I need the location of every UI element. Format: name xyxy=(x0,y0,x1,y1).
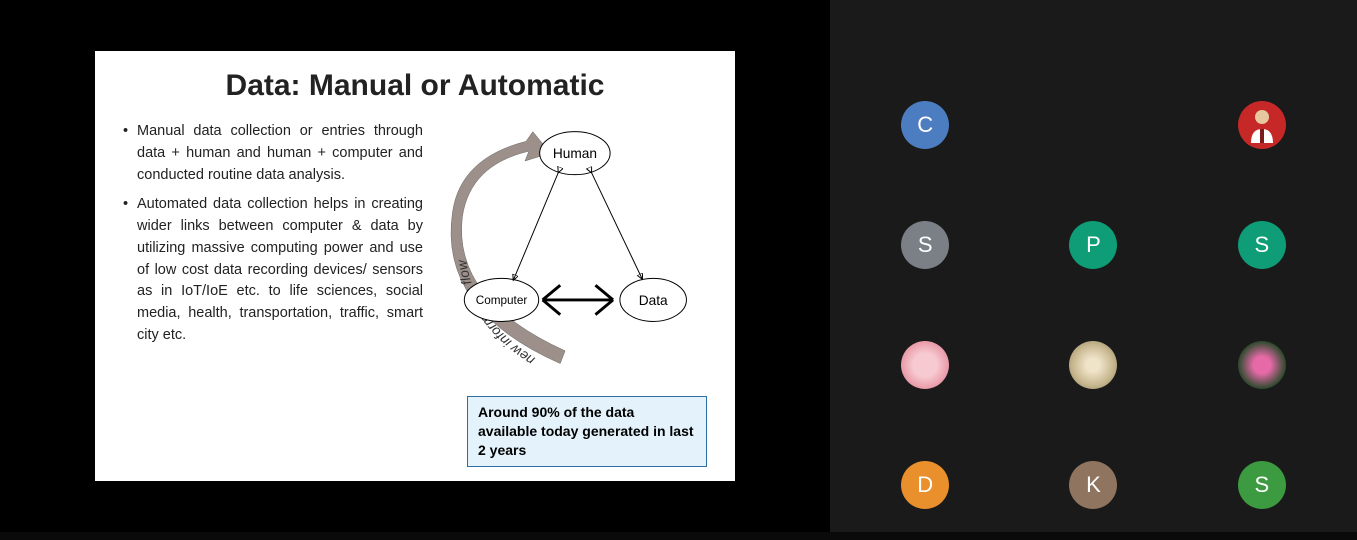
slide-body: Manual data collection or entries throug… xyxy=(123,121,707,467)
participant-tile[interactable]: P xyxy=(1014,190,1172,300)
participant-tile[interactable]: C xyxy=(846,70,1004,180)
participant-tile[interactable] xyxy=(1014,310,1172,420)
avatar-photo xyxy=(1069,341,1117,389)
slide-title: Data: Manual or Automatic xyxy=(123,69,707,103)
slide-bullets: Manual data collection or entries throug… xyxy=(123,121,423,467)
participant-tile[interactable] xyxy=(1183,310,1341,420)
avatar-letter: P xyxy=(1069,221,1117,269)
avatar-photo xyxy=(901,341,949,389)
participant-tile[interactable]: D xyxy=(846,430,1004,540)
diagram-svg: new information flow Human Computer Data xyxy=(433,121,707,381)
avatar-letter: C xyxy=(901,101,949,149)
participant-tile[interactable]: S xyxy=(846,190,1004,300)
slide-callout: Around 90% of the data available today g… xyxy=(467,396,707,467)
avatar-letter: K xyxy=(1069,461,1117,509)
participant-tile[interactable] xyxy=(1183,70,1341,180)
participant-tile[interactable]: S xyxy=(1183,190,1341,300)
participant-tile[interactable] xyxy=(846,310,1004,420)
bullet-2: Automated data collection helps in creat… xyxy=(123,194,423,346)
participant-tile[interactable]: S xyxy=(1183,430,1341,540)
avatar-letter: S xyxy=(901,221,949,269)
avatar-photo xyxy=(1238,341,1286,389)
avatar-letter: D xyxy=(901,461,949,509)
slide: Data: Manual or Automatic Manual data co… xyxy=(95,51,735,481)
presentation-area: Data: Manual or Automatic Manual data co… xyxy=(0,0,830,532)
slide-diagram: new information flow Human Computer Data xyxy=(433,121,707,467)
participant-tile-spacer xyxy=(1014,70,1172,180)
participants-grid: C S P S D K S xyxy=(830,0,1357,532)
participant-tile[interactable]: K xyxy=(1014,430,1172,540)
bullet-1: Manual data collection or entries throug… xyxy=(123,121,423,186)
avatar-photo xyxy=(1238,101,1286,149)
node-human: Human xyxy=(553,146,597,161)
node-data: Data xyxy=(639,293,668,308)
avatar-letter: S xyxy=(1238,461,1286,509)
avatar-letter: S xyxy=(1238,221,1286,269)
node-computer: Computer xyxy=(476,294,528,307)
